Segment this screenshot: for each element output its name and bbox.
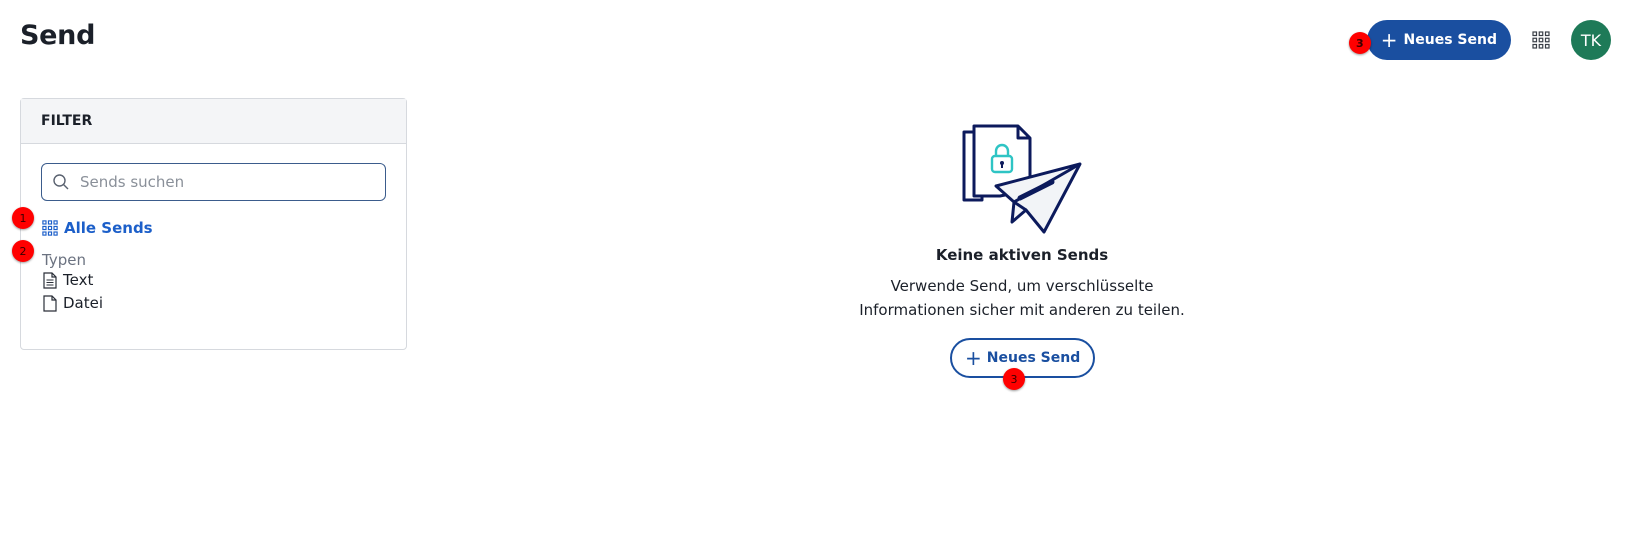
new-send-button[interactable]: + Neues Send 3 (1348, 20, 1511, 60)
annotation-marker-2: 2 (12, 240, 34, 262)
empty-state: Keine aktiven Sends Verwende Send, um ve… (832, 0, 1212, 400)
new-send-button-label: Neues Send (1403, 32, 1497, 48)
grid-icon (42, 220, 58, 236)
send-page: Send + Neues Send 3 TK FILTER Sends such… (0, 0, 1631, 554)
filter-types-heading: Typen (42, 251, 86, 269)
search-field[interactable] (41, 163, 386, 201)
empty-state-new-send-label: Neues Send (986, 350, 1081, 366)
filter-type-file-label: Datei (63, 294, 104, 312)
page-title: Send (20, 20, 96, 51)
filter-all-sends-label: Alle Sends (64, 219, 153, 237)
grid-icon (1532, 31, 1550, 49)
plus-icon: + (965, 346, 982, 370)
plus-icon: + (1380, 28, 1398, 52)
header-actions: + Neues Send 3 TK (1348, 20, 1611, 60)
annotation-marker-3: 3 (1003, 368, 1025, 390)
filter-all-sends[interactable]: Alle Sends (42, 219, 153, 237)
text-file-icon (43, 271, 57, 289)
filter-type-file[interactable]: Datei (43, 294, 103, 312)
filter-heading: FILTER (21, 99, 406, 144)
send-illustration-icon (962, 124, 1082, 234)
filter-type-text-label: Text (63, 271, 94, 289)
app-switcher-button[interactable] (1527, 26, 1555, 54)
empty-state-title: Keine aktiven Sends (935, 246, 1109, 264)
filter-type-text[interactable]: Text (43, 271, 93, 289)
annotation-marker-3: 3 (1348, 32, 1371, 54)
search-icon (53, 174, 69, 190)
filter-panel: FILTER 1 Alle Sends 2 Typen (12, 98, 407, 350)
file-icon (43, 294, 57, 312)
search-input[interactable] (78, 172, 372, 192)
annotation-marker-1: 1 (12, 207, 34, 229)
user-avatar[interactable]: TK (1571, 20, 1611, 60)
empty-state-description: Verwende Send, um verschlüsselte Informa… (859, 277, 1185, 319)
